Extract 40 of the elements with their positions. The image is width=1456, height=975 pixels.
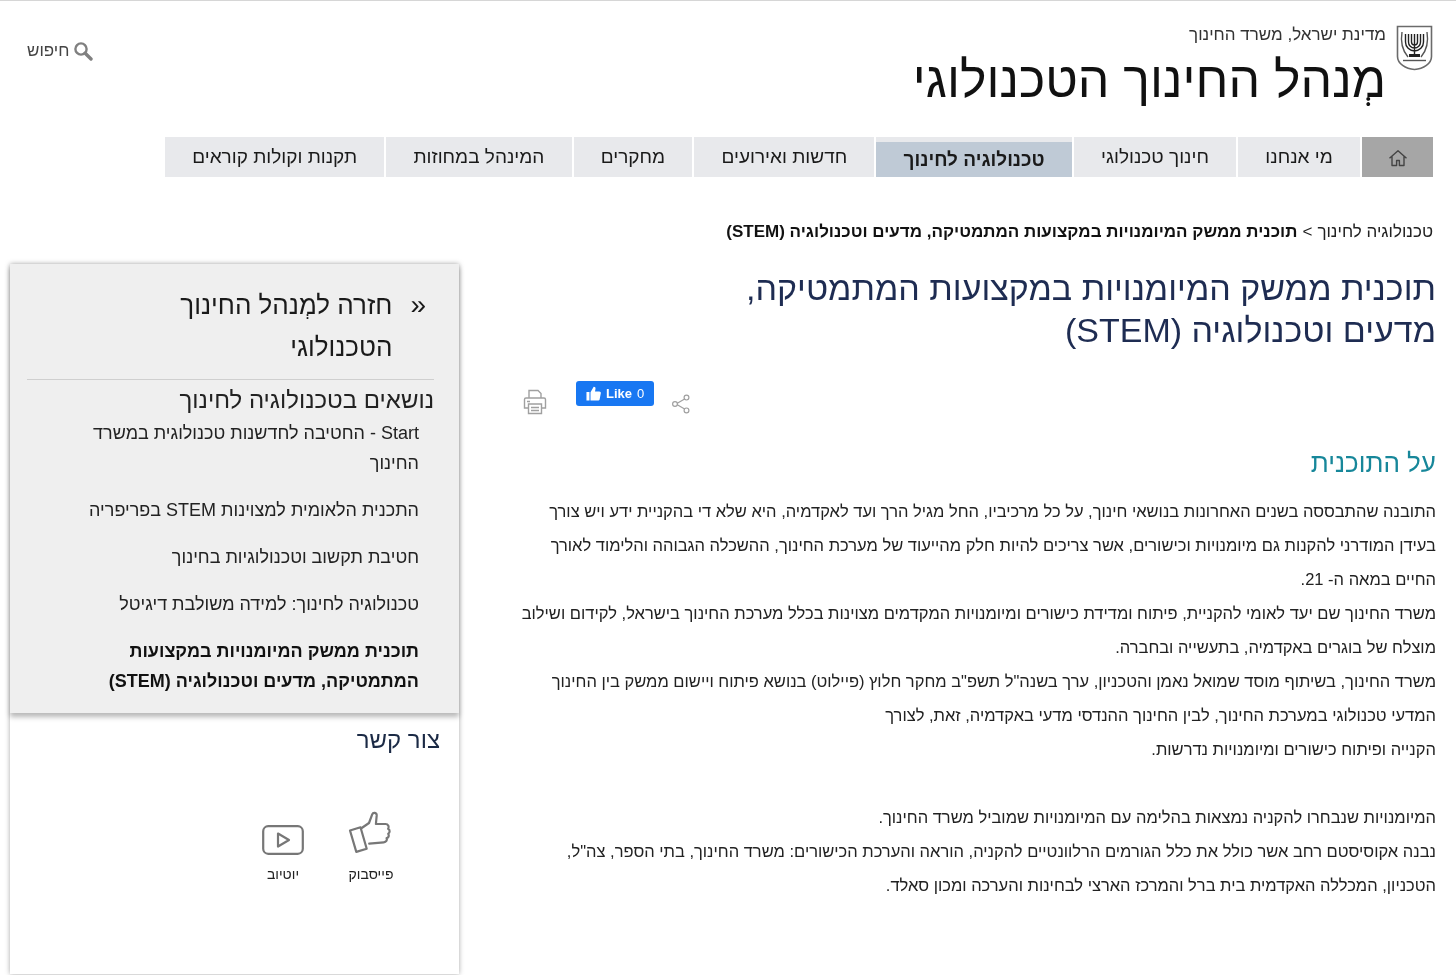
page-title: תוכנית ממשק המיומנויות במקצועות המתמטיקה, מדעים וטכנולוגיה (STEM) xyxy=(745,268,1436,351)
like-button[interactable]: Like 0 xyxy=(576,381,655,406)
sidebar-link[interactable]: טכנולוגיה לחינוך: למידה משולבת דיגיטל xyxy=(119,589,419,619)
breadcrumb-separator: > xyxy=(1302,222,1313,241)
sidebar-link[interactable]: חטיבת תקשוב וטכנולוגיות בחינוך xyxy=(171,542,419,572)
body-paragraph: משרד החינוך שם יעד לאומי להקניית, פיתוח ומדידת כישורים ומיומנויות המקדמים מצוינות בכלל מערכת החינוך בישראל, לקידום ושילוב מוצלח של בוגרים באקדמיה, בתעשייה ובחברה. xyxy=(520,603,1436,658)
sidebar-link[interactable]: Start - החטיבה לחדשנות טכנולוגית במשרד החינוך xyxy=(49,418,419,478)
search-icon xyxy=(73,41,94,61)
sidebar-link[interactable]: תוכנית ממשק המיומנויות במקצועות המתמטיקה, מדעים וטכנולוגיה (STEM) xyxy=(49,636,419,696)
nav-tab[interactable]: מחקרים xyxy=(573,137,693,177)
home-icon xyxy=(1387,149,1408,167)
sidebar-link[interactable]: התכנית הלאומית למצוינות STEM בפריפריה xyxy=(89,495,419,525)
print-icon[interactable] xyxy=(522,389,548,415)
body-paragraph: התובנה שהתבססה בשנים האחרונות בנושאי חינוך, על כל מרכיביו, החל מגיל הרך ועד לאקדמיה, היא שלא די בהקניית ידע ויש צורך בעידן המודרני להקנות גם מיומנויות וכישורים, אשר צריכים להיות חלק מהייעוד של מערכת החינוך, ההשכלה הגבוהה והלימוד לאורך החיים במאה ה- 21. xyxy=(548,501,1436,590)
body-paragraph: משרד החינוך, בשיתוף מוסד שמואל נאמן והטכניון, ערך בשנה"ל תשפ"ב מחקר חלוץ (פיילוט) בנושא פיתוח ויישום ממשק בין החינוך המדעי טכנולוגי במערכת החינוך, לבין החינוך ההנדסי מדעי באקדמיה, זאת, לצורך הקנייה ופיתוח כישורים ומיומנויות נדרשות. xyxy=(550,671,1436,760)
nav-tab[interactable]: תקנות וקולות קוראים xyxy=(165,137,385,177)
home-tab[interactable] xyxy=(1362,137,1433,177)
nav-tab[interactable]: מי אנחנו xyxy=(1238,137,1360,177)
search-link[interactable]: חיפוש xyxy=(27,41,94,61)
body-paragraph: נבנה אקוסיסטם רחב אשר כולל את כלל הגורמים הרלוונטיים להקניה, הוראה והערכת הכישורים: משרד החינוך, בתי הספר, צה"ל, הטכניון, המכללה האקדמית בית ברל והמרכז הארצי לבחינות והערכה ומכון סאלד. xyxy=(565,841,1436,896)
share-icon[interactable] xyxy=(671,394,692,414)
contact-heading: צור קשר xyxy=(355,725,440,755)
nav-tab[interactable]: טכנולוגיה לחינוך xyxy=(876,137,1072,177)
site-title: מְנהל החינוך הטכנולוגי xyxy=(912,51,1386,110)
nav-tab[interactable]: חדשות ואירועים xyxy=(694,137,875,177)
thumbs-up-icon xyxy=(586,386,601,401)
ministry-name: מדינת ישראל, משרד החינוך xyxy=(1189,25,1386,45)
nav-tab[interactable]: המינהל במחוזות xyxy=(386,137,572,177)
breadcrumb-current: תוכנית ממשק המיומנויות במקצועות המתמטיקה, מדעים וטכנולוגיה (STEM) xyxy=(726,222,1298,241)
sidebar-heading: נושאים בטכנולוגיה לחינוך xyxy=(178,385,434,415)
social-link[interactable]: פייסבוק xyxy=(348,809,394,883)
back-link[interactable]: » חזרה למְנהל החינוך הטכנולוגי xyxy=(27,284,434,368)
thumbs-up-icon xyxy=(348,811,394,855)
section-heading: על התוכנית xyxy=(1309,448,1436,478)
breadcrumb-link[interactable]: טכנולוגיה לחינוך xyxy=(1317,222,1433,241)
body-paragraph: המיומנויות שנבחרו להקניה נמצאות בהלימה עם המיומנויות שמוביל משרד החינוך. xyxy=(877,807,1436,828)
video-play-icon xyxy=(262,825,304,855)
menorah-emblem-icon xyxy=(1396,25,1433,71)
social-link[interactable]: יוטיוב xyxy=(262,809,304,883)
nav-tab[interactable]: חינוך טכנולוגי xyxy=(1073,137,1237,177)
